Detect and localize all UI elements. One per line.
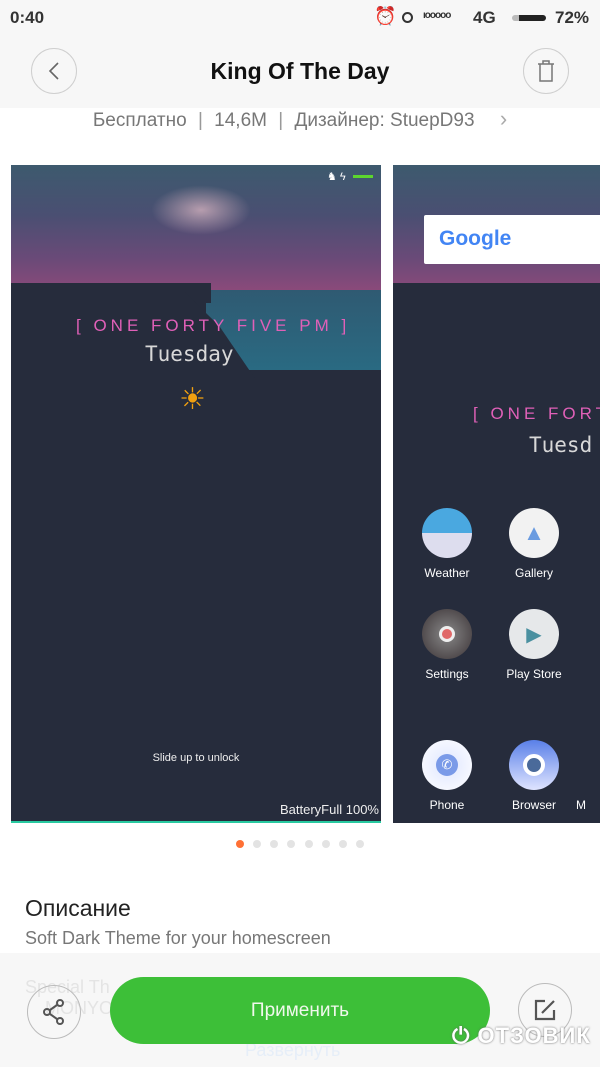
settings-icon — [422, 609, 472, 659]
network-type: 4G — [473, 8, 496, 27]
battery-icon — [512, 15, 546, 21]
gallery-icon: ▲ — [509, 508, 559, 558]
play-store-icon: ▶ — [509, 609, 559, 659]
battery-percent: 72% — [555, 8, 590, 27]
description-text: Soft Dark Theme for your homescreen — [25, 928, 331, 948]
pager-dot[interactable] — [253, 840, 261, 848]
app-play-store[interactable]: ▶ Play Store — [489, 609, 579, 681]
google-logo: Google — [439, 227, 512, 250]
app-gallery[interactable]: ▲ Gallery — [489, 508, 579, 580]
app-browser[interactable]: Browser — [489, 740, 579, 812]
app-label: M — [576, 798, 586, 812]
price: Бесплатно — [92, 110, 187, 131]
day-text: Tuesday — [145, 342, 234, 366]
share-button[interactable] — [27, 985, 81, 1039]
deer-icon: ♞ ϟ — [327, 171, 346, 183]
status-bar: 0:40 ⏰ ıooooo 4G 72% — [0, 0, 600, 36]
preview-homescreen[interactable]: Google [ ONE FORTY Tuesd Weather ▲ Galler… — [393, 165, 600, 823]
time-text: [ ONE FORTY FIVE PM ] — [76, 316, 351, 335]
circle-icon — [402, 12, 413, 23]
file-size: 14,6M — [214, 110, 267, 131]
app-label: Play Store — [506, 667, 562, 681]
pager-dot[interactable] — [270, 840, 278, 848]
browser-icon — [509, 740, 559, 790]
sun-icon: ☀ — [179, 383, 206, 416]
day-text: Tuesd — [529, 433, 593, 457]
action-bar: Special Th MONYO Развернуть Применить ⏻ … — [0, 953, 600, 1067]
share-icon — [43, 999, 64, 1025]
unlock-hint: Slide up to unlock — [152, 752, 240, 764]
app-partial[interactable]: M — [576, 798, 600, 812]
apply-button[interactable]: Применить — [110, 977, 490, 1044]
pager-dot[interactable] — [356, 840, 364, 848]
app-weather[interactable]: Weather — [402, 508, 492, 580]
pager-dot[interactable] — [339, 840, 347, 848]
battery-bar — [353, 175, 373, 178]
preview-lockscreen[interactable]: ♞ ϟ [ ONE FORTY FIVE PM ] Tuesday ☀ Slid… — [11, 165, 381, 823]
land — [393, 283, 600, 303]
pager-dot-active[interactable] — [236, 840, 244, 848]
status-time: 0:40 — [10, 8, 45, 27]
watermark-text: ОТЗОВИК — [477, 1023, 591, 1048]
signal-icon: ıooooo — [423, 10, 451, 21]
weather-icon — [422, 508, 472, 558]
app-phone[interactable]: ✆ Phone — [402, 740, 492, 812]
separator: | — [278, 110, 284, 131]
time-text: [ ONE FORTY — [473, 404, 600, 423]
watermark-logo: ⏻ ОТЗОВИК — [452, 1023, 591, 1048]
google-search-bar[interactable]: Google — [424, 215, 600, 264]
chevron-right-icon: › — [499, 106, 508, 131]
battery-text: BatteryFull 100% — [280, 802, 379, 817]
separator: | — [197, 110, 203, 131]
description-heading: Описание — [25, 895, 131, 921]
theme-meta[interactable]: Бесплатно | 14,6M | Дизайнер: StuepD93 › — [0, 106, 600, 132]
cloud — [151, 185, 251, 235]
alarm-icon: ⏰ — [374, 6, 397, 26]
page-title: King Of The Day — [210, 58, 390, 84]
app-label: Weather — [424, 566, 470, 580]
phone-icon: ✆ — [422, 740, 472, 790]
app-settings[interactable]: Settings — [402, 609, 492, 681]
app-label: Phone — [429, 798, 465, 812]
app-label: Settings — [425, 667, 469, 681]
edit-icon — [534, 999, 556, 1021]
pager-dot[interactable] — [287, 840, 295, 848]
pager-dot[interactable] — [322, 840, 330, 848]
pager-dot[interactable] — [305, 840, 313, 848]
app-label: Browser — [511, 798, 556, 812]
designer: Дизайнер: StuepD93 — [294, 110, 475, 131]
app-label: Gallery — [514, 566, 553, 580]
